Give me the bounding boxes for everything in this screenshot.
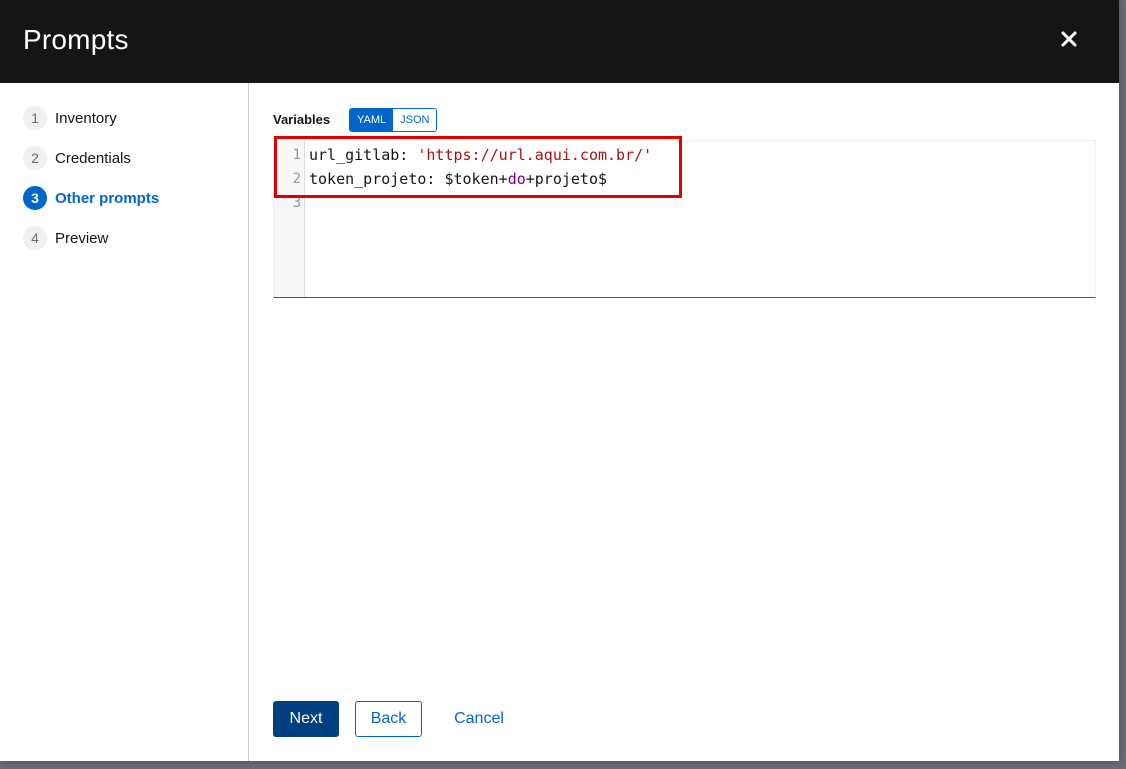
close-icon (1061, 31, 1077, 47)
backdrop (1119, 0, 1126, 769)
prompts-modal: Prompts 1 Inventory 2 Credentials 3 Othe… (0, 0, 1119, 761)
step-label: Preview (55, 229, 109, 247)
step-label: Credentials (55, 149, 131, 167)
wizard-content: Variables YAML JSON 1 2 3 url_gitlab: 'h… (249, 83, 1119, 761)
step-number: 4 (23, 226, 47, 250)
close-button[interactable] (1054, 24, 1084, 54)
step-label: Inventory (55, 109, 117, 127)
step-number: 3 (23, 186, 47, 210)
nav-step-preview[interactable]: 4 Preview (23, 226, 108, 250)
yaml-key: token_projeto: $token+ (309, 170, 508, 188)
step-label: Other prompts (55, 189, 160, 207)
modal-header: Prompts (0, 0, 1119, 83)
yaml-keyword: do (507, 170, 526, 188)
cancel-button[interactable]: Cancel (444, 701, 514, 737)
step-number: 1 (23, 106, 47, 130)
wizard-nav: 1 Inventory 2 Credentials 3 Other prompt… (0, 83, 249, 761)
nav-step-other-prompts[interactable]: 3 Other prompts (23, 186, 159, 210)
back-button[interactable]: Back (355, 701, 422, 737)
modal-title: Prompts (23, 24, 129, 55)
next-button[interactable]: Next (273, 701, 339, 737)
json-toggle-button[interactable]: JSON (393, 109, 437, 131)
line-number: 3 (292, 195, 301, 211)
nav-step-inventory[interactable]: 1 Inventory (23, 106, 117, 130)
nav-step-credentials[interactable]: 2 Credentials (23, 146, 131, 170)
line-number: 1 (292, 147, 301, 163)
yaml-key: url_gitlab: (309, 146, 418, 164)
backdrop-bottom (0, 761, 1126, 769)
line-number: 2 (292, 171, 301, 187)
yaml-toggle-button[interactable]: YAML (350, 109, 394, 131)
format-toggle: YAML JSON (349, 108, 438, 132)
variables-label: Variables (273, 112, 331, 127)
line-number-gutter: 1 2 3 (274, 141, 305, 297)
code-line-2[interactable]: token_projeto: $token+do+projeto$ (309, 170, 607, 188)
code-line-1[interactable]: url_gitlab: 'https://url.aqui.com.br/' (309, 146, 652, 164)
variables-code-editor[interactable]: 1 2 3 url_gitlab: 'https://url.aqui.com.… (273, 140, 1096, 298)
yaml-string-value: 'https://url.aqui.com.br/' (417, 146, 653, 164)
step-number: 2 (23, 146, 47, 170)
yaml-value-rest: +projeto$ (525, 170, 608, 188)
